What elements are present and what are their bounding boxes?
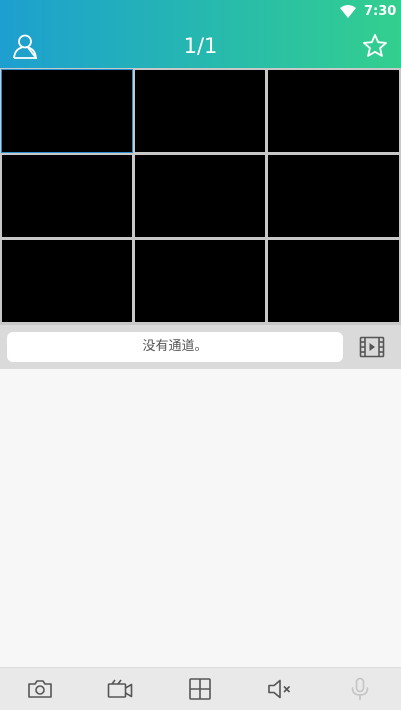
- no-channel-label: 没有通道。: [7, 332, 343, 362]
- video-camera-icon: [107, 679, 133, 698]
- grid-layout-icon: [189, 678, 211, 700]
- user-icon[interactable]: [12, 33, 38, 59]
- video-cell[interactable]: [2, 240, 132, 322]
- mute-icon: [268, 679, 291, 699]
- video-cell[interactable]: [268, 70, 399, 152]
- camera-icon: [28, 680, 52, 698]
- record-button[interactable]: [107, 677, 133, 701]
- snapshot-button[interactable]: [27, 677, 53, 701]
- video-playback-icon[interactable]: [359, 336, 385, 358]
- header-bar: 7:30 1/1: [0, 0, 401, 68]
- wifi-icon: [340, 5, 356, 18]
- video-grid: [0, 68, 401, 325]
- content-area: [0, 369, 401, 667]
- talk-button[interactable]: [347, 677, 373, 701]
- mute-button[interactable]: [267, 677, 293, 701]
- bottom-toolbar: [0, 667, 401, 710]
- status-time: 7:30: [364, 4, 397, 19]
- video-cell[interactable]: [135, 70, 265, 152]
- video-cell[interactable]: [1, 69, 133, 153]
- video-cell[interactable]: [268, 240, 399, 322]
- page-indicator: 1/1: [183, 34, 218, 58]
- status-bar: 7:30: [0, 0, 401, 24]
- channel-bar: 没有通道。: [0, 325, 401, 369]
- star-icon[interactable]: [362, 33, 388, 59]
- video-cell[interactable]: [135, 155, 265, 237]
- video-cell[interactable]: [2, 155, 132, 237]
- microphone-icon: [351, 677, 369, 701]
- layout-button[interactable]: [187, 677, 213, 701]
- video-cell[interactable]: [135, 240, 265, 322]
- video-cell[interactable]: [268, 155, 399, 237]
